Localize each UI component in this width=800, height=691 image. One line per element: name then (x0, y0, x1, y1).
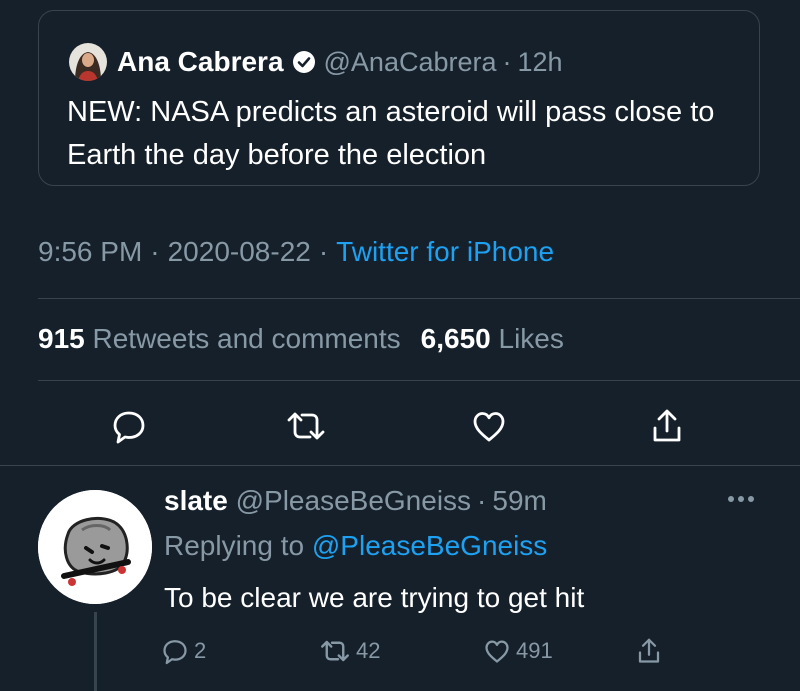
reply-text: To be clear we are trying to get hit (164, 582, 585, 613)
reply-author-avatar[interactable] (38, 490, 152, 604)
reply-share-button[interactable] (634, 634, 664, 668)
reply-comment-count: 2 (194, 638, 207, 663)
reply-author-name[interactable]: slate (164, 485, 228, 516)
quoted-tweet-time[interactable]: 12h (518, 47, 563, 78)
tweet-time[interactable]: 9:56 PM (38, 236, 142, 267)
separator-dot: · (502, 46, 512, 77)
tweet-source-link[interactable]: Twitter for iPhone (336, 236, 554, 267)
comment-button[interactable] (106, 403, 152, 449)
replying-to-prefix: Replying to (164, 530, 305, 561)
quoted-tweet-header: Ana Cabrera @AnaCabrera · 12h (69, 43, 563, 81)
retweet-icon (287, 412, 325, 440)
retweets-stat[interactable]: 915 Retweets and comments (38, 323, 401, 354)
thread-line (94, 612, 97, 691)
separator-dot: · (477, 485, 487, 516)
divider (38, 380, 800, 381)
replying-to: Replying to @PleaseBeGneiss (164, 530, 547, 562)
tweet-stats: 915 Retweets and comments 6,650 Likes (38, 323, 564, 355)
reply-time[interactable]: 59m (492, 485, 546, 516)
retweet-button[interactable] (283, 403, 329, 449)
retweets-label: Retweets and comments (92, 323, 401, 354)
tweet-date[interactable]: 2020-08-22 (168, 236, 311, 267)
more-options-icon[interactable] (728, 496, 754, 502)
likes-stat[interactable]: 6,650 Likes (421, 323, 564, 354)
comment-icon (163, 640, 187, 665)
retweets-count: 915 (38, 323, 85, 354)
separator-dot: · (150, 236, 160, 267)
share-button[interactable] (644, 403, 690, 449)
heart-icon (473, 412, 505, 442)
likes-count: 6,650 (420, 323, 491, 354)
reply-retweet-count: 42 (356, 638, 381, 663)
reply-like-button[interactable]: 491 (482, 634, 553, 668)
separator-dot: · (318, 236, 329, 267)
likes-label: Likes (498, 323, 564, 354)
heart-icon (485, 640, 509, 663)
verified-badge-icon (292, 50, 316, 74)
replying-to-handle[interactable]: @PleaseBeGneiss (312, 530, 547, 561)
quoted-tweet-text: NEW: NASA predicts an asteroid will pass… (67, 96, 715, 171)
reply-retweet-button[interactable]: 42 (318, 634, 380, 668)
reply-comment-button[interactable]: 2 (160, 634, 206, 668)
quoted-author-avatar[interactable] (69, 43, 107, 81)
divider (0, 465, 800, 466)
tweet-metadata: 9:56 PM · 2020-08-22 · Twitter for iPhone (38, 236, 554, 268)
divider (38, 298, 800, 299)
reply-like-count: 491 (516, 638, 553, 663)
share-icon (653, 409, 681, 442)
reply-header: slate @PleaseBeGneiss · 59m (164, 485, 547, 517)
reply-author-handle[interactable]: @PleaseBeGneiss (236, 485, 471, 516)
comment-icon (113, 411, 145, 444)
quoted-tweet-card[interactable]: Ana Cabrera @AnaCabrera · 12h NEW: NASA … (38, 10, 760, 186)
share-icon (638, 638, 660, 663)
retweet-icon (321, 640, 349, 662)
like-button[interactable] (466, 403, 512, 449)
quoted-author-name[interactable]: Ana Cabrera (117, 46, 284, 78)
quoted-author-handle[interactable]: @AnaCabrera (324, 47, 497, 78)
